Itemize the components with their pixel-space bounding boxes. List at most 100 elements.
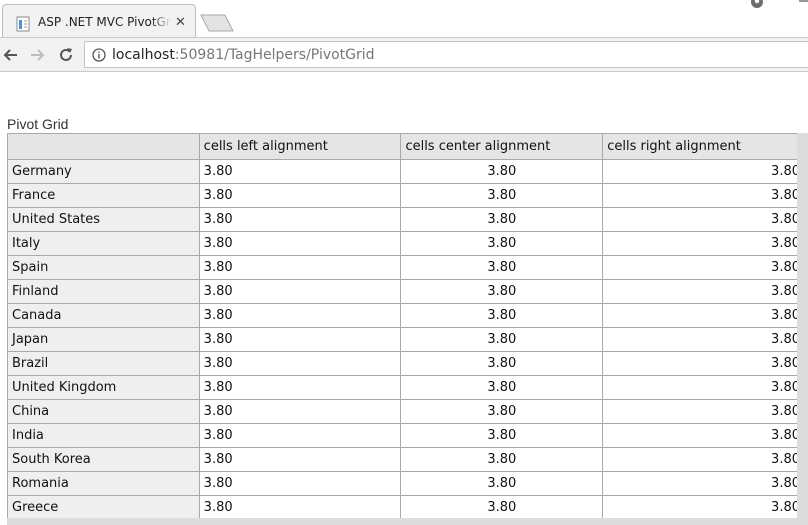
info-icon[interactable] <box>92 48 106 62</box>
row-header[interactable]: India <box>7 423 200 448</box>
row-header[interactable]: Canada <box>7 303 200 328</box>
table-row: France 3.80 3.80 3.80 <box>7 183 805 208</box>
row-header[interactable]: Greece <box>7 495 200 520</box>
value-cell[interactable]: 3.80 <box>198 399 402 424</box>
value-cell[interactable]: 3.80 <box>400 423 604 448</box>
table-row: Japan 3.80 3.80 3.80 <box>7 327 805 352</box>
value-cell[interactable]: 3.80 <box>602 303 805 328</box>
value-cell[interactable]: 3.80 <box>602 351 805 376</box>
table-row: Spain 3.80 3.80 3.80 <box>7 255 805 280</box>
column-header-right[interactable]: cells right alignment <box>602 133 805 160</box>
value-cell[interactable]: 3.80 <box>602 495 805 520</box>
row-header[interactable]: United Kingdom <box>7 375 200 400</box>
row-header[interactable]: United States <box>7 207 200 232</box>
value-cell[interactable]: 3.80 <box>400 159 604 184</box>
table-row: South Korea 3.80 3.80 3.80 <box>7 447 805 472</box>
vertical-scrollbar[interactable] <box>797 133 808 525</box>
value-cell[interactable]: 3.80 <box>602 327 805 352</box>
value-cell[interactable]: 3.80 <box>602 207 805 232</box>
browser-toolbar: localhost:50981/TagHelpers/PivotGrid <box>0 38 808 72</box>
horizontal-scrollbar[interactable] <box>7 518 808 525</box>
row-header[interactable]: South Korea <box>7 447 200 472</box>
forward-arrow-icon[interactable] <box>28 46 46 64</box>
value-cell[interactable]: 3.80 <box>602 447 805 472</box>
value-cell[interactable]: 3.80 <box>400 471 604 496</box>
column-header-left[interactable]: cells left alignment <box>198 133 402 160</box>
row-header[interactable]: Romania <box>7 471 200 496</box>
value-cell[interactable]: 3.80 <box>602 423 805 448</box>
table-row: United States 3.80 3.80 3.80 <box>7 207 805 232</box>
row-header[interactable]: France <box>7 183 200 208</box>
value-cell[interactable]: 3.80 <box>602 231 805 256</box>
pivot-corner-cell <box>7 133 200 160</box>
table-row: Canada 3.80 3.80 3.80 <box>7 303 805 328</box>
value-cell[interactable]: 3.80 <box>198 327 402 352</box>
address-bar[interactable]: localhost:50981/TagHelpers/PivotGrid <box>84 41 808 68</box>
value-cell[interactable]: 3.80 <box>198 231 402 256</box>
value-cell[interactable]: 3.80 <box>198 423 402 448</box>
table-row: China 3.80 3.80 3.80 <box>7 399 805 424</box>
value-cell[interactable]: 3.80 <box>400 375 604 400</box>
value-cell[interactable]: 3.80 <box>198 495 402 520</box>
table-row: Italy 3.80 3.80 3.80 <box>7 231 805 256</box>
browser-tabstrip: ASP .NET MVC PivotGrid ✕ <box>0 0 808 38</box>
value-cell[interactable]: 3.80 <box>198 303 402 328</box>
row-header[interactable]: Brazil <box>7 351 200 376</box>
value-cell[interactable]: 3.80 <box>602 159 805 184</box>
value-cell[interactable]: 3.80 <box>602 375 805 400</box>
column-header-center[interactable]: cells center alignment <box>400 133 604 160</box>
value-cell[interactable]: 3.80 <box>400 495 604 520</box>
table-row: Romania 3.80 3.80 3.80 <box>7 471 805 496</box>
value-cell[interactable]: 3.80 <box>400 399 604 424</box>
value-cell[interactable]: 3.80 <box>400 327 604 352</box>
value-cell[interactable]: 3.80 <box>400 351 604 376</box>
close-icon[interactable]: ✕ <box>175 14 186 30</box>
value-cell[interactable]: 3.80 <box>602 279 805 304</box>
page-icon <box>16 16 30 32</box>
value-cell[interactable]: 3.80 <box>602 471 805 496</box>
table-row: Greece 3.80 3.80 3.80 <box>7 495 805 520</box>
row-header[interactable]: Finland <box>7 279 200 304</box>
value-cell[interactable]: 3.80 <box>602 399 805 424</box>
table-row: Finland 3.80 3.80 3.80 <box>7 279 805 304</box>
new-tab-icon[interactable] <box>200 14 234 32</box>
value-cell[interactable]: 3.80 <box>198 471 402 496</box>
url-path: :50981/TagHelpers/PivotGrid <box>174 47 375 63</box>
value-cell[interactable]: 3.80 <box>400 279 604 304</box>
value-cell[interactable]: 3.80 <box>400 207 604 232</box>
value-cell[interactable]: 3.80 <box>400 255 604 280</box>
reload-icon[interactable] <box>57 46 75 64</box>
browser-tab[interactable]: ASP .NET MVC PivotGrid ✕ <box>2 4 196 38</box>
value-cell[interactable]: 3.80 <box>198 255 402 280</box>
row-header[interactable]: Italy <box>7 231 200 256</box>
pivot-grid: cells left alignment cells center alignm… <box>7 133 805 520</box>
value-cell[interactable]: 3.80 <box>198 159 402 184</box>
tab-title-fade <box>151 13 171 33</box>
row-header[interactable]: Japan <box>7 327 200 352</box>
row-header[interactable]: Spain <box>7 255 200 280</box>
value-cell[interactable]: 3.80 <box>198 207 402 232</box>
value-cell[interactable]: 3.80 <box>198 375 402 400</box>
value-cell[interactable]: 3.80 <box>602 183 805 208</box>
url-text: localhost:50981/TagHelpers/PivotGrid <box>112 47 375 63</box>
value-cell[interactable]: 3.80 <box>198 183 402 208</box>
value-cell[interactable]: 3.80 <box>400 231 604 256</box>
pivot-body: Germany 3.80 3.80 3.80 France 3.80 3.80 3.80 Uni… <box>7 159 805 520</box>
back-arrow-icon[interactable] <box>2 46 20 64</box>
value-cell[interactable]: 3.80 <box>400 183 604 208</box>
value-cell[interactable]: 3.80 <box>602 255 805 280</box>
row-header[interactable]: China <box>7 399 200 424</box>
value-cell[interactable]: 3.80 <box>198 351 402 376</box>
page-title: Pivot Grid <box>7 116 69 132</box>
url-host: localhost <box>112 47 175 63</box>
profile-icon[interactable] <box>748 0 766 12</box>
value-cell[interactable]: 3.80 <box>198 447 402 472</box>
value-cell[interactable]: 3.80 <box>400 447 604 472</box>
table-row: India 3.80 3.80 3.80 <box>7 423 805 448</box>
minimize-icon[interactable] <box>799 0 808 3</box>
row-header[interactable]: Germany <box>7 159 200 184</box>
table-row: Germany 3.80 3.80 3.80 <box>7 159 805 184</box>
pivot-header-row: cells left alignment cells center alignm… <box>7 133 805 160</box>
value-cell[interactable]: 3.80 <box>198 279 402 304</box>
value-cell[interactable]: 3.80 <box>400 303 604 328</box>
